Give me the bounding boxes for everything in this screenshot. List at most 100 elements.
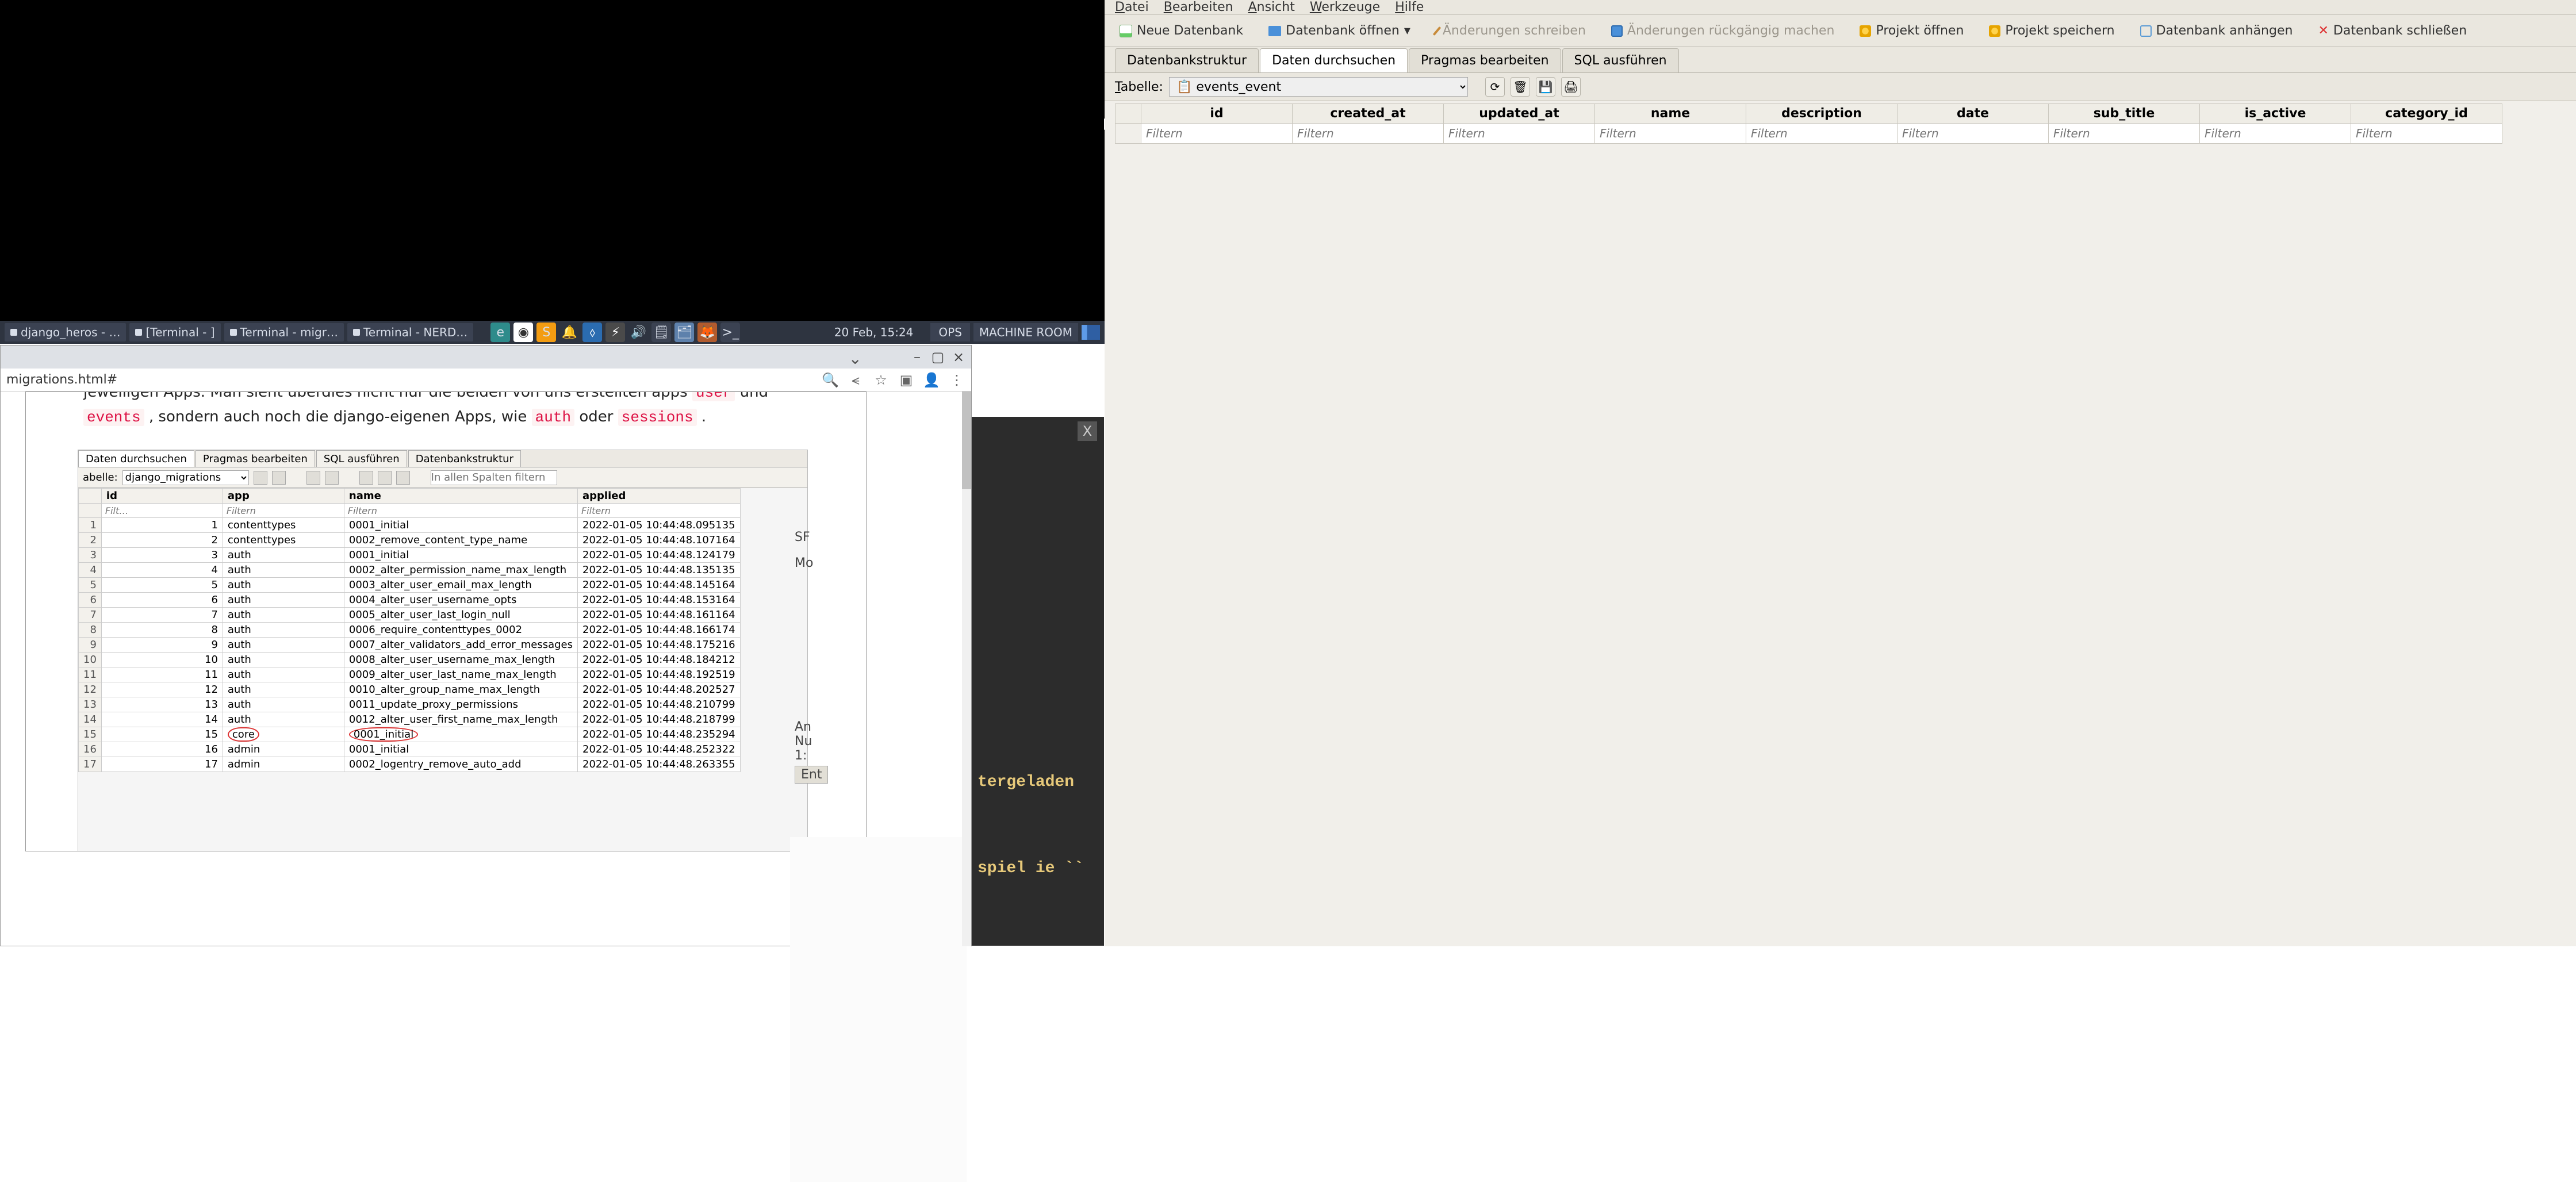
events-table[interactable]: idcreated_atupdated_atnamedescriptiondat… bbox=[1115, 103, 2502, 144]
url-text[interactable]: migrations.html# bbox=[6, 373, 117, 387]
col-header[interactable]: sub_title bbox=[2049, 104, 2200, 124]
files-icon[interactable]: 🗂 bbox=[674, 323, 694, 342]
col-header[interactable]: name bbox=[344, 489, 577, 504]
firefox-icon[interactable]: 🦊 bbox=[697, 323, 717, 342]
cpu-graph-icon[interactable] bbox=[1082, 325, 1100, 340]
table-select-emb[interactable]: django_migrations bbox=[122, 470, 249, 485]
kebab-icon[interactable]: ⋮ bbox=[948, 372, 965, 388]
tab-sql[interactable]: SQL ausführen bbox=[316, 450, 407, 467]
vscode-icon[interactable]: ⬨ bbox=[582, 323, 602, 342]
toolbar-datenbank-ffnen[interactable]: Datenbank öffnen ▾ bbox=[1264, 21, 1415, 40]
filter-input[interactable] bbox=[102, 504, 223, 517]
menu-bearbeiten[interactable]: Bearbeiten bbox=[1164, 0, 1233, 14]
filter-input[interactable] bbox=[1293, 124, 1443, 143]
dropdown-caret-icon[interactable]: ▾ bbox=[1404, 24, 1410, 38]
filter-input[interactable] bbox=[1746, 124, 1897, 143]
filter-input[interactable] bbox=[1444, 124, 1594, 143]
filter-input[interactable] bbox=[1595, 124, 1746, 143]
menu-datei[interactable]: Datei bbox=[1115, 0, 1149, 14]
col-header[interactable]: app bbox=[223, 489, 344, 504]
filter-input[interactable] bbox=[223, 504, 344, 517]
share-icon[interactable]: ⪪ bbox=[847, 372, 864, 388]
toolbar-datenbank-anh-ngen[interactable]: Datenbank anhängen bbox=[2136, 21, 2298, 40]
chevron-down-icon[interactable]: ⌄ bbox=[849, 349, 862, 368]
table-row[interactable]: 1111auth0009_alter_user_last_name_max_le… bbox=[79, 667, 741, 682]
table-row[interactable]: 77auth0005_alter_user_last_login_null202… bbox=[79, 608, 741, 623]
search-icon[interactable]: 🔍 bbox=[822, 372, 839, 388]
chrome-scrollbar[interactable] bbox=[962, 392, 971, 946]
menu-werkzeuge[interactable]: Werkzeuge bbox=[1310, 0, 1380, 14]
delete-record-icon[interactable] bbox=[325, 471, 339, 485]
tab-datenbankstruktur[interactable]: Datenbankstruktur bbox=[1115, 48, 1259, 72]
table-row[interactable]: 11contenttypes0001_initial2022-01-05 10:… bbox=[79, 518, 741, 533]
filter-input[interactable] bbox=[2200, 124, 2351, 143]
col-header[interactable]: category_id bbox=[2351, 104, 2502, 124]
bell-icon[interactable]: 🔔 bbox=[559, 323, 579, 342]
table-row[interactable]: 1414auth0012_alter_user_first_name_max_l… bbox=[79, 712, 741, 727]
table-row[interactable]: 99auth0007_alter_validators_add_error_me… bbox=[79, 638, 741, 653]
table-row[interactable]: 22contenttypes0002_remove_content_type_n… bbox=[79, 533, 741, 548]
filter-input[interactable] bbox=[2351, 124, 2502, 143]
search-all-input[interactable] bbox=[431, 470, 557, 485]
refresh-icon[interactable] bbox=[254, 471, 267, 485]
side-ent[interactable]: Ent bbox=[795, 766, 828, 784]
col-header[interactable]: updated_at bbox=[1444, 104, 1595, 124]
stop-icon[interactable]: ▣ bbox=[898, 372, 915, 388]
col-header[interactable]: description bbox=[1746, 104, 1897, 124]
filter-input[interactable] bbox=[344, 504, 577, 517]
insert-icon[interactable] bbox=[359, 471, 373, 485]
power-icon[interactable]: ⚡ bbox=[605, 323, 625, 342]
new-record-icon[interactable] bbox=[306, 471, 320, 485]
col-header[interactable]: id bbox=[101, 489, 223, 504]
taskbar-item[interactable]: Terminal - migr… bbox=[224, 323, 344, 341]
terminal-close-button[interactable]: X bbox=[1078, 421, 1097, 441]
table-select[interactable]: 📋 events_event bbox=[1169, 77, 1468, 97]
tab-sql-ausf-hren[interactable]: SQL ausführen bbox=[1562, 48, 1679, 72]
table-row[interactable]: 1717admin0002_logentry_remove_auto_add20… bbox=[79, 757, 741, 772]
tab-daten-durchsuchen[interactable]: Daten durchsuchen bbox=[1260, 48, 1408, 72]
toolbar-projekt-speichern[interactable]: Projekt speichern bbox=[1984, 21, 2119, 40]
col-header[interactable]: name bbox=[1595, 104, 1746, 124]
table-row[interactable]: 44auth0002_alter_permission_name_max_len… bbox=[79, 563, 741, 578]
filter-input[interactable] bbox=[1141, 124, 1292, 143]
tab-pragmas[interactable]: Pragmas bearbeiten bbox=[195, 450, 315, 467]
col-header[interactable]: applied bbox=[578, 489, 741, 504]
filter-input[interactable] bbox=[2049, 124, 2199, 143]
profile-icon[interactable]: 👤 bbox=[923, 372, 940, 388]
toolbar-datenbank-schlie-en[interactable]: ✕Datenbank schließen bbox=[2313, 21, 2471, 40]
menu-ansicht[interactable]: Ansicht bbox=[1248, 0, 1295, 14]
toolbar-neue-datenbank[interactable]: Neue Datenbank bbox=[1115, 21, 1248, 40]
table-row[interactable]: 1010auth0008_alter_user_username_max_len… bbox=[79, 653, 741, 667]
window-minimize-button[interactable]: – bbox=[909, 349, 925, 365]
terminal-icon[interactable]: >_ bbox=[720, 323, 740, 342]
edge-icon[interactable]: e bbox=[490, 323, 510, 342]
volume-icon[interactable]: 🔊 bbox=[628, 323, 648, 342]
star-icon[interactable]: ☆ bbox=[872, 372, 890, 388]
table-row[interactable]: 1616admin0001_initial2022-01-05 10:44:48… bbox=[79, 742, 741, 757]
table-row[interactable]: 1212auth0010_alter_group_name_max_length… bbox=[79, 682, 741, 697]
save-icon[interactable]: 💾 bbox=[1536, 77, 1555, 97]
table-row[interactable]: 66auth0004_alter_user_username_opts2022-… bbox=[79, 593, 741, 608]
menubar[interactable]: Datei Bearbeiten Ansicht Werkzeuge Hilfe bbox=[1105, 0, 2576, 15]
print-icon[interactable] bbox=[396, 471, 410, 485]
col-header[interactable]: created_at bbox=[1293, 104, 1444, 124]
taskbar-item[interactable]: Terminal - NERD… bbox=[347, 323, 473, 341]
filter-input[interactable] bbox=[578, 504, 740, 517]
window-titlebar[interactable]: ⌄ – ▢ × bbox=[1, 346, 971, 369]
table-row[interactable]: 33auth0001_initial2022-01-05 10:44:48.12… bbox=[79, 548, 741, 563]
col-header[interactable]: date bbox=[1897, 104, 2049, 124]
tab-struktur[interactable]: Datenbankstruktur bbox=[408, 450, 521, 467]
filter-input[interactable] bbox=[1897, 124, 2048, 143]
notes-icon[interactable]: 🗒 bbox=[651, 323, 671, 342]
machine-room-button[interactable]: MACHINE ROOM bbox=[973, 323, 1078, 341]
print-icon[interactable]: 🖨 bbox=[1561, 77, 1581, 97]
table-row[interactable]: 1515core0001_initial2022-01-05 10:44:48.… bbox=[79, 727, 741, 742]
tab-pragmas-bearbeiten[interactable]: Pragmas bearbeiten bbox=[1409, 48, 1561, 72]
col-header[interactable]: is_active bbox=[2200, 104, 2351, 124]
tab-daten-durchsuchen[interactable]: Daten durchsuchen bbox=[78, 450, 194, 467]
window-maximize-button[interactable]: ▢ bbox=[930, 349, 946, 365]
taskbar-item[interactable]: django_heros - … bbox=[5, 323, 126, 341]
sublime-icon[interactable]: S bbox=[536, 323, 556, 342]
table-row[interactable]: 88auth0006_require_contenttypes_00022022… bbox=[79, 623, 741, 638]
table-row[interactable]: 55auth0003_alter_user_email_max_length20… bbox=[79, 578, 741, 593]
